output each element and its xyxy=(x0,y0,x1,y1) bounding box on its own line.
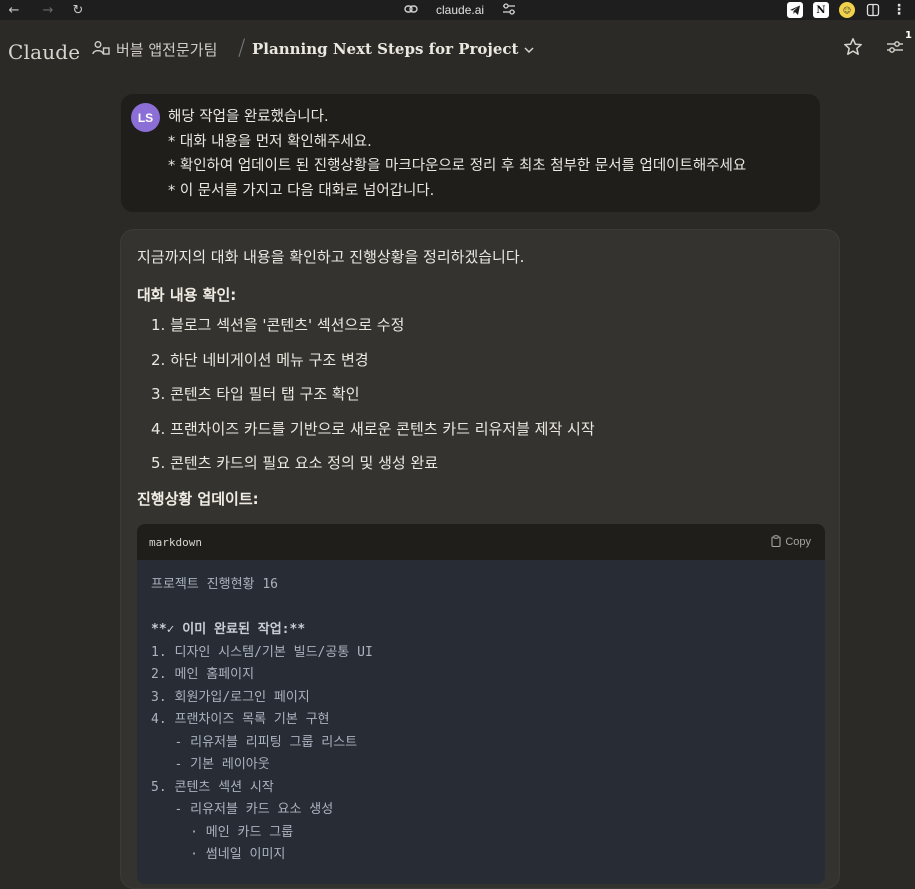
assistant-message: 지금까지의 대화 내용을 확인하고 진행상황을 정리하겠습니다. 대화 내용 확… xyxy=(120,229,840,889)
code-line: 프로젝트 진행현황 16 xyxy=(151,577,278,592)
list-item: 4. 프랜차이즈 카드를 기반으로 새로운 콘텐츠 카드 리유저블 제작 시작 xyxy=(151,419,595,438)
reload-button[interactable]: ↻ xyxy=(68,0,88,20)
extension-face-icon[interactable]: ☺ xyxy=(839,2,855,18)
code-language: markdown xyxy=(149,535,202,549)
notion-extension-icon[interactable]: N xyxy=(813,2,829,18)
list-item: 1. 블로그 섹션을 '콘텐츠' 섹션으로 수정 xyxy=(151,316,405,334)
more-menu-icon[interactable]: ⋮ xyxy=(891,2,907,18)
star-icon xyxy=(843,37,863,62)
browser-toolbar: ← → ↻ claude.ai N ☺ ⋮ xyxy=(0,0,915,20)
section-heading-review: 대화 내용 확인: xyxy=(137,286,237,304)
code-line: · 썸네일 이미지 xyxy=(151,847,286,862)
code-line: · 메인 카드 그룹 xyxy=(151,824,294,840)
sliders-icon xyxy=(886,39,904,60)
link-icon xyxy=(404,3,418,17)
assistant-intro: 지금까지의 대화 내용을 확인하고 진행상황을 정리하겠습니다. xyxy=(137,248,525,266)
list-item: 5. 콘텐츠 카드의 필요 요소 정의 및 생성 완료 xyxy=(151,454,439,472)
code-line: **✓ 이미 완료된 작업:** xyxy=(151,622,306,637)
project-link[interactable]: 버블 앱전문가팀 xyxy=(92,39,217,60)
code-line: 2. 메인 홈페이지 xyxy=(151,667,255,682)
project-name: 버블 앱전문가팀 xyxy=(116,41,218,59)
code-line: 4. 프랜차이즈 목록 기본 구현 xyxy=(151,712,330,727)
sidebar-toggle-icon[interactable] xyxy=(865,2,881,18)
list-item: 2. 하단 네비게이션 메뉴 구조 변경 xyxy=(151,350,369,369)
app-header: Claude 버블 앱전문가팀 / Planning Next Steps fo… xyxy=(0,20,915,80)
user-line: * 확인하여 업데이트 된 진행상황을 마크다운으로 정리 후 최초 첨부한 문… xyxy=(168,158,747,174)
site-settings-icon[interactable] xyxy=(502,2,516,18)
code-line: 5. 콘텐츠 섹션 시작 xyxy=(151,779,274,795)
copy-label: Copy xyxy=(785,536,811,548)
code-block-header: markdown Copy xyxy=(137,524,825,560)
chat-controls-button[interactable]: 1 xyxy=(884,30,912,60)
notification-badge: 1 xyxy=(905,30,912,41)
code-line: 1. 디자인 시스템/기본 빌드/공통 UI xyxy=(151,644,373,660)
chat-title: Planning Next Steps for Project xyxy=(252,40,519,58)
code-line: - 리유저블 카드 요소 생성 xyxy=(151,802,334,817)
forward-button[interactable]: → xyxy=(38,0,58,20)
user-message-text: 해당 작업을 완료했습니다. * 대화 내용을 먼저 확인해주세요. * 확인하… xyxy=(168,105,746,203)
star-button[interactable] xyxy=(842,37,864,62)
back-button[interactable]: ← xyxy=(4,0,24,20)
reload-icon: ↻ xyxy=(72,2,84,18)
list-item: 3. 콘텐츠 타입 필터 탭 구조 확인 xyxy=(151,385,360,403)
arrow-right-icon: → xyxy=(42,2,54,18)
user-line: * 이 문서를 가지고 다음 대화로 넘어갑니다. xyxy=(168,182,435,199)
breadcrumb-separator: / xyxy=(238,36,246,61)
telegram-extension-icon[interactable] xyxy=(787,2,803,18)
avatar[interactable]: LS xyxy=(131,103,160,132)
chat-title-dropdown[interactable]: Planning Next Steps for Project xyxy=(252,40,534,58)
user-message: LS 해당 작업을 완료했습니다. * 대화 내용을 먼저 확인해주세요. * … xyxy=(121,94,820,212)
section-heading-progress: 진행상황 업데이트: xyxy=(137,490,259,508)
copy-button[interactable]: Copy xyxy=(771,534,811,550)
code-block: markdown Copy 프로젝트 진행현황 16 **✓ 이미 완료된 작업… xyxy=(137,524,825,884)
url-text[interactable]: claude.ai xyxy=(436,3,484,17)
user-line: 해당 작업을 완료했습니다. xyxy=(168,109,329,125)
chevron-down-icon xyxy=(524,40,534,58)
clipboard-icon xyxy=(771,534,781,550)
code-line: - 리유저블 리피팅 그룹 리스트 xyxy=(151,734,358,750)
user-line: * 대화 내용을 먼저 확인해주세요. xyxy=(168,133,372,150)
review-list: 1. 블로그 섹션을 '콘텐츠' 섹션으로 수정 2. 하단 네비게이션 메뉴 … xyxy=(151,315,595,488)
code-line: 3. 회원가입/로그인 페이지 xyxy=(151,689,310,705)
code-line: - 기본 레이아웃 xyxy=(151,757,270,772)
arrow-left-icon: ← xyxy=(8,2,20,18)
claude-logo[interactable]: Claude xyxy=(8,40,80,64)
address-bar[interactable]: claude.ai xyxy=(404,0,516,20)
people-icon xyxy=(92,40,110,60)
extensions-area: N ☺ ⋮ xyxy=(787,1,907,19)
code-content[interactable]: 프로젝트 진행현황 16 **✓ 이미 완료된 작업:** 1. 디자인 시스템… xyxy=(137,560,825,884)
